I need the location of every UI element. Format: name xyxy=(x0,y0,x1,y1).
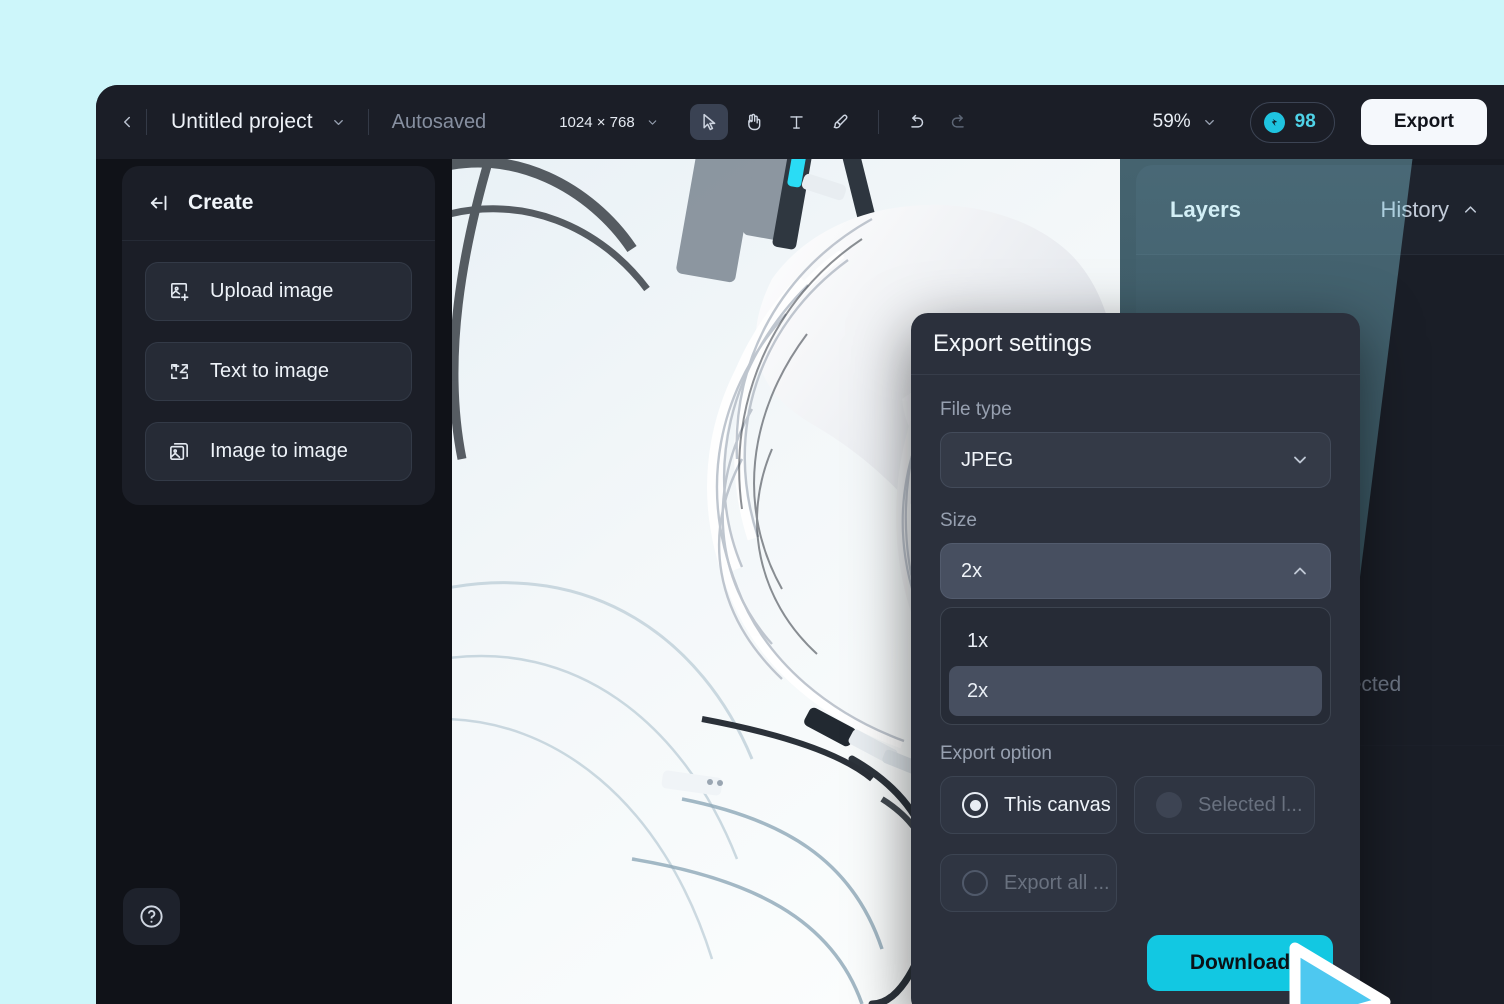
autosave-status: Autosaved xyxy=(392,111,487,134)
size-option-1x[interactable]: 1x xyxy=(949,616,1322,666)
chevron-left-icon xyxy=(118,113,136,131)
radio-export-all[interactable]: Export all ... xyxy=(940,854,1117,912)
export-option-row-2: Export all ... xyxy=(940,837,1331,912)
export-button[interactable]: Export xyxy=(1361,99,1487,145)
credit-coin-icon xyxy=(1264,112,1285,133)
brush-tool[interactable] xyxy=(822,104,860,140)
credits-value: 98 xyxy=(1295,111,1316,133)
left-sidebar: Create Upload image Text to image xyxy=(96,159,452,1004)
sidebar-item-text-to-image[interactable]: Text to image xyxy=(145,342,412,401)
create-panel-title: Create xyxy=(188,191,253,215)
chevron-up-icon xyxy=(1290,561,1310,581)
dialog-title: Export settings xyxy=(933,330,1092,358)
divider xyxy=(146,109,147,135)
chevron-down-icon xyxy=(1202,115,1217,130)
app-header: Untitled project Autosaved 1024 × 768 xyxy=(96,85,1504,159)
redo-arrow-icon xyxy=(949,112,970,133)
create-panel: Create Upload image Text to image xyxy=(122,166,435,505)
export-option-label: Export option xyxy=(940,743,1331,765)
help-button[interactable] xyxy=(123,888,180,945)
project-menu-button[interactable] xyxy=(331,115,346,130)
sidebar-item-label: Text to image xyxy=(210,360,329,383)
radio-label: This canvas xyxy=(1004,794,1111,817)
sidebar-item-label: Upload image xyxy=(210,280,333,303)
radio-selected-icon xyxy=(962,792,988,818)
hand-icon xyxy=(743,112,763,132)
dialog-body: File type JPEG Size 2x 1x 2x Export opti… xyxy=(911,375,1360,912)
tab-history-label: History xyxy=(1381,197,1449,223)
download-button[interactable]: Download xyxy=(1147,935,1333,991)
file-type-label: File type xyxy=(940,399,1331,421)
dialog-header: Export settings xyxy=(911,313,1360,375)
create-panel-header: Create xyxy=(122,166,435,241)
size-label: Size xyxy=(940,510,1331,532)
divider xyxy=(368,109,369,135)
sidebar-item-upload-image[interactable]: Upload image xyxy=(145,262,412,321)
canvas-size-selector[interactable]: 1024 × 768 xyxy=(559,114,659,131)
zoom-value: 59% xyxy=(1153,111,1191,133)
redo-button[interactable] xyxy=(941,104,979,140)
tab-history[interactable]: History xyxy=(1381,197,1480,223)
text-t-icon xyxy=(787,113,806,132)
chevron-down-icon xyxy=(646,116,659,129)
sidebar-item-label: Image to image xyxy=(210,440,348,463)
app-window: Untitled project Autosaved 1024 × 768 xyxy=(96,85,1504,1004)
chevron-up-icon xyxy=(1461,200,1480,219)
tab-layers[interactable]: Layers xyxy=(1170,197,1241,223)
select-tool[interactable] xyxy=(690,104,728,140)
radio-label: Export all ... xyxy=(1004,872,1110,895)
divider xyxy=(878,110,879,134)
cursor-arrow-icon xyxy=(698,112,719,133)
radio-label: Selected l... xyxy=(1198,794,1303,817)
panel-collapse-left-icon[interactable] xyxy=(149,192,171,214)
export-settings-dialog: Export settings File type JPEG Size 2x 1… xyxy=(911,313,1360,1004)
text-tool[interactable] xyxy=(778,104,816,140)
size-value: 2x xyxy=(961,560,982,583)
file-type-select[interactable]: JPEG xyxy=(940,432,1331,488)
image-stack-icon xyxy=(168,440,191,463)
header-right-group: 59% 98 Export xyxy=(1153,99,1504,145)
question-circle-icon xyxy=(138,903,165,930)
file-type-value: JPEG xyxy=(961,449,1013,472)
undo-button[interactable] xyxy=(897,104,935,140)
zoom-control[interactable]: 59% xyxy=(1153,111,1217,133)
hand-tool[interactable] xyxy=(734,104,772,140)
size-dropdown-list: 1x 2x xyxy=(940,607,1331,725)
chevron-down-icon xyxy=(1290,450,1310,470)
radio-unselected-icon xyxy=(962,870,988,896)
radio-unselected-icon xyxy=(1156,792,1182,818)
right-panel-tabs: Layers History xyxy=(1136,165,1504,255)
size-option-2x[interactable]: 2x xyxy=(949,666,1322,716)
radio-this-canvas[interactable]: This canvas xyxy=(940,776,1117,834)
canvas-size-value: 1024 × 768 xyxy=(559,114,635,131)
image-plus-icon xyxy=(168,280,191,303)
project-title[interactable]: Untitled project xyxy=(171,110,313,134)
back-button[interactable] xyxy=(108,103,146,141)
export-option-row-1: This canvas Selected l... xyxy=(940,776,1331,834)
sidebar-item-image-to-image[interactable]: Image to image xyxy=(145,422,412,481)
credits-badge[interactable]: 98 xyxy=(1250,102,1335,143)
undo-arrow-icon xyxy=(905,112,926,133)
size-select[interactable]: 2x xyxy=(940,543,1331,599)
brush-icon xyxy=(831,112,851,132)
chevron-down-icon xyxy=(331,115,346,130)
text-to-image-icon xyxy=(168,360,191,383)
toolbar xyxy=(690,104,979,140)
radio-selected-layers[interactable]: Selected l... xyxy=(1134,776,1315,834)
